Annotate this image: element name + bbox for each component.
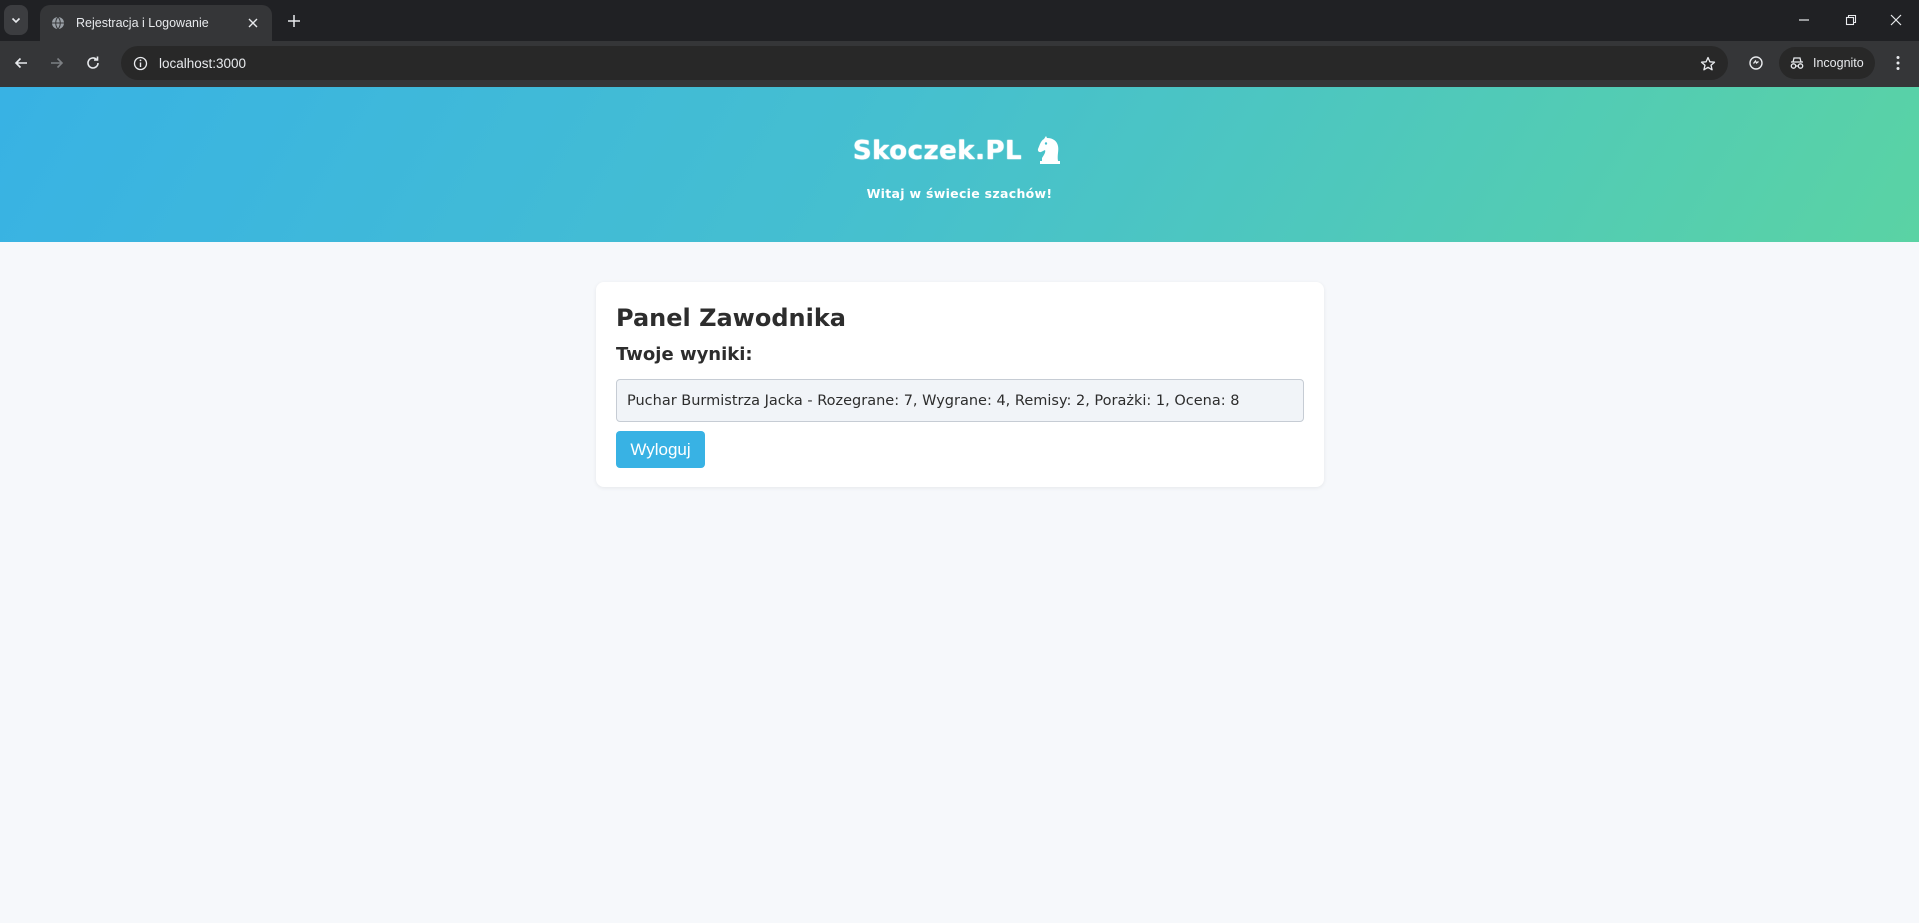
address-bar[interactable]: localhost:3000: [121, 46, 1728, 80]
player-panel-card: Panel Zawodnika Twoje wyniki: Puchar Bur…: [596, 282, 1324, 487]
close-icon[interactable]: [244, 14, 262, 32]
new-tab-button[interactable]: [282, 9, 306, 33]
forward-arrow-icon: [51, 57, 64, 69]
browser-toolbar: localhost:3000 Incognito: [0, 41, 1919, 87]
browser-tabstrip: Rejestracja i Logowanie: [0, 0, 1919, 41]
site-header: Skoczek.PL Witaj w świecie szachów!: [0, 87, 1919, 242]
url-text: localhost:3000: [159, 55, 247, 71]
minimize-button[interactable]: [1784, 6, 1824, 34]
result-item: Puchar Burmistrza Jacka - Rozegrane: 7, …: [616, 379, 1304, 422]
back-arrow-icon: [14, 57, 27, 69]
browser-tab-active[interactable]: Rejestracja i Logowanie: [40, 5, 272, 41]
result-text: Puchar Burmistrza Jacka - Rozegrane: 7, …: [627, 392, 1240, 409]
panel-title: Panel Zawodnika: [616, 304, 846, 332]
site-logo-text: Skoczek.PL: [852, 136, 1023, 166]
results-heading: Twoje wyniki:: [616, 344, 753, 365]
restore-icon: [1845, 14, 1857, 26]
web-page: Skoczek.PL Witaj w świecie szachów! Pane…: [0, 87, 1919, 923]
logout-button[interactable]: Wyloguj: [616, 431, 705, 468]
extension-button[interactable]: [1744, 51, 1768, 75]
chevron-down-icon: [11, 17, 21, 24]
incognito-icon: [1790, 57, 1804, 69]
globe-icon: [50, 15, 66, 31]
logout-label: Wyloguj: [630, 439, 691, 459]
info-icon[interactable]: [131, 54, 149, 72]
reload-button[interactable]: [79, 49, 107, 77]
extension-icon: [1749, 56, 1763, 70]
restore-button[interactable]: [1831, 6, 1871, 34]
brand-row: Skoczek.PL: [0, 134, 1919, 168]
incognito-label: Incognito: [1813, 56, 1864, 70]
plus-icon: [288, 15, 300, 27]
browser-menu-button[interactable]: [1886, 51, 1910, 75]
close-window-button[interactable]: [1876, 6, 1916, 34]
forward-button[interactable]: [43, 49, 71, 77]
close-icon: [1890, 14, 1902, 26]
reload-icon: [87, 56, 99, 69]
kebab-menu-icon: [1896, 56, 1900, 70]
tab-search-button[interactable]: [4, 5, 28, 35]
star-icon[interactable]: [1698, 54, 1718, 74]
incognito-badge[interactable]: Incognito: [1779, 47, 1875, 79]
minimize-icon: [1799, 19, 1809, 21]
back-button[interactable]: [7, 49, 35, 77]
chess-knight-icon: [1034, 134, 1066, 168]
site-tagline: Witaj w świecie szachów!: [866, 186, 1053, 201]
tab-title: Rejestracja i Logowanie: [76, 16, 209, 30]
